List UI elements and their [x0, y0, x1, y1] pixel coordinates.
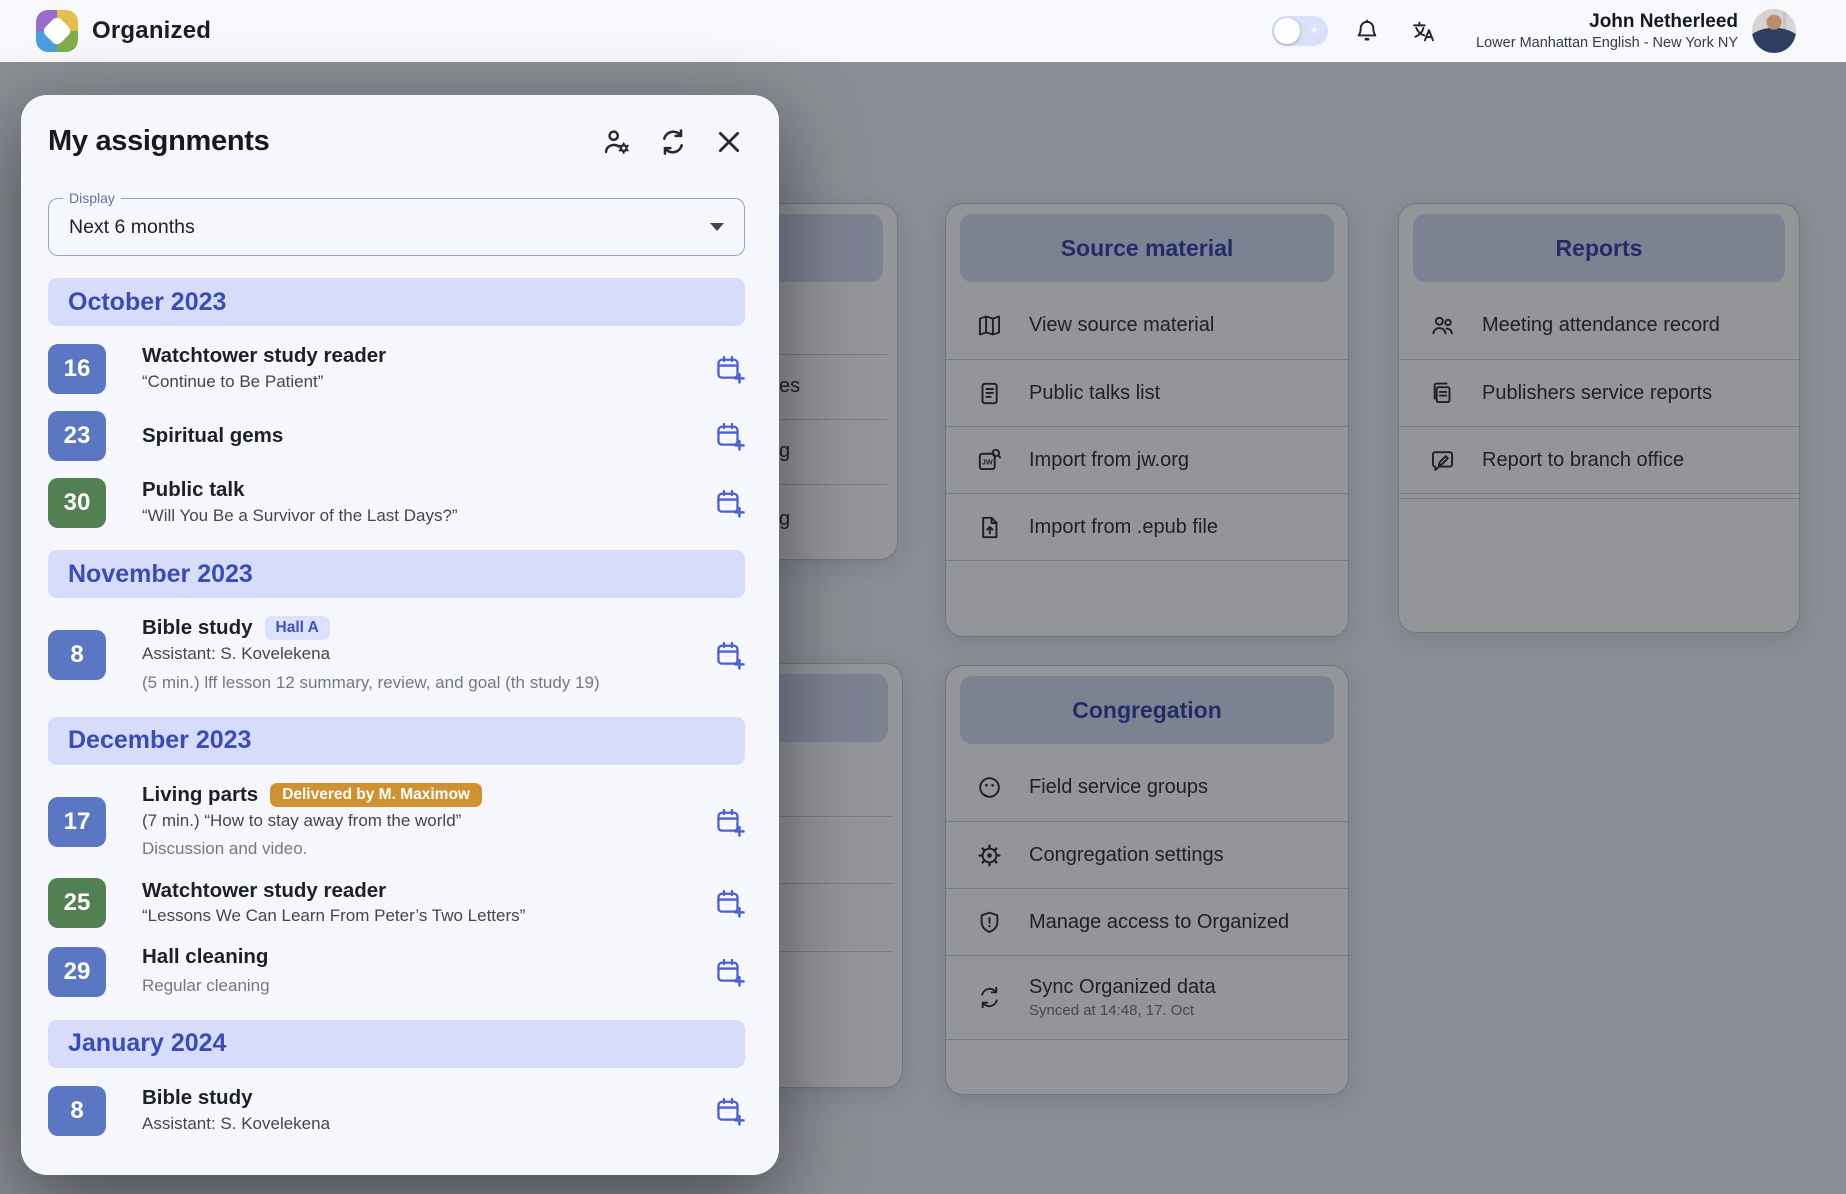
modal-header: My assignments [48, 125, 745, 158]
assignment-title-text: Public talk [142, 478, 245, 502]
assignment-subtitle: “Continue to Be Patient” [142, 371, 695, 394]
assignment-title: Bible study [142, 1086, 695, 1110]
assignment-subtitle: (5 min.) lff lesson 12 summary, review, … [142, 672, 695, 695]
assignment-content: Spiritual gems [142, 424, 707, 448]
month-section: October 2023 16 Watchtower study reader “Co… [48, 278, 745, 528]
date-badge: 16 [48, 344, 106, 394]
app-title: Organized [92, 17, 211, 45]
month-section: November 2023 8 Bible study Hall A Assistant… [48, 550, 745, 695]
add-to-calendar-icon[interactable] [715, 640, 745, 670]
assignment-content: Bible study Hall A Assistant: S. Koveleken… [142, 616, 707, 695]
user-congregation: Lower Manhattan English - New York NY [1476, 35, 1738, 51]
user-menu[interactable]: John Netherleed Lower Manhattan English … [1476, 11, 1738, 52]
assignment-subtitle: Regular cleaning [142, 975, 695, 998]
date-badge: 29 [48, 947, 106, 997]
assignment-content: Public talk “Will You Be a Survivor of th… [142, 478, 707, 528]
assignment-content: Watchtower study reader“Lessons We Can L… [142, 879, 707, 929]
date-badge: 17 [48, 797, 106, 847]
app-logo [36, 10, 78, 52]
assignment-title: Public talk [142, 478, 695, 502]
date-badge: 8 [48, 630, 106, 680]
assignment-subtitle: Assistant: S. Kovelekena [142, 1113, 695, 1136]
assignment-row: 8 Bible study Hall A Assistant: S. Koveleke… [48, 616, 745, 695]
month-header: January 2024 [48, 1020, 745, 1068]
add-to-calendar-icon[interactable] [715, 1096, 745, 1126]
date-badge: 23 [48, 411, 106, 461]
month-header: November 2023 [48, 550, 745, 598]
assignment-title-text: Spiritual gems [142, 424, 283, 448]
close-icon[interactable] [713, 126, 745, 158]
add-to-calendar-icon[interactable] [715, 888, 745, 918]
display-select-label: Display [63, 190, 121, 206]
month-header: October 2023 [48, 278, 745, 326]
month-section: January 2024 8 Bible study Assistant: S. Ko… [48, 1020, 745, 1136]
assignment-title: Bible study Hall A [142, 616, 695, 640]
delivered-badge: Delivered by M. Maximow [270, 783, 482, 807]
add-to-calendar-icon[interactable] [715, 421, 745, 451]
assignment-title-text: Watchtower study reader [142, 344, 386, 368]
assignment-content: Watchtower study reader “Continue to Be P… [142, 344, 707, 394]
top-bar: Organized ☀ John Netherleed Lower Manhat… [0, 0, 1846, 62]
assignee-settings-icon[interactable] [601, 126, 633, 158]
assignment-content: Living parts Delivered by M. Maximow (7 mi… [142, 783, 707, 862]
assignment-row: 25 Watchtower study reader“Lessons We Can… [48, 878, 745, 928]
display-select-value: Next 6 months [69, 216, 195, 239]
refresh-icon[interactable] [657, 126, 689, 158]
assignment-title: Watchtower study reader [142, 879, 695, 903]
toggle-knob [1274, 18, 1300, 44]
assignment-row: 23 Spiritual gems [48, 411, 745, 461]
sun-icon: ☀ [1308, 24, 1321, 39]
date-badge: 8 [48, 1086, 106, 1136]
assignment-subtitle: “Will You Be a Survivor of the Last Days… [142, 505, 695, 528]
date-badge: 30 [48, 478, 106, 528]
assignment-subtitle: Discussion and video. [142, 838, 695, 861]
date-badge: 25 [48, 878, 106, 928]
display-select[interactable]: Display Next 6 months [48, 198, 745, 256]
add-to-calendar-icon[interactable] [715, 354, 745, 384]
month-section: December 2023 17 Living parts Delivered by … [48, 717, 745, 998]
notifications-bell-icon[interactable] [1354, 18, 1380, 44]
assignment-subtitle: (7 min.) “How to stay away from the worl… [142, 810, 695, 833]
assignment-title: Hall cleaning [142, 945, 695, 969]
assignment-title-text: Watchtower study reader [142, 879, 386, 903]
add-to-calendar-icon[interactable] [715, 807, 745, 837]
assignment-title-text: Bible study [142, 1086, 253, 1110]
assignment-subtitle: “Lessons We Can Learn From Peter’s Two L… [142, 905, 695, 928]
assignment-subtitle: Assistant: S. Kovelekena [142, 643, 695, 666]
user-name: John Netherleed [1476, 11, 1738, 34]
add-to-calendar-icon[interactable] [715, 957, 745, 987]
theme-toggle[interactable]: ☀ [1272, 16, 1328, 46]
assignment-row: 17 Living parts Delivered by M. Maximow (7 … [48, 783, 745, 862]
month-header: December 2023 [48, 717, 745, 765]
assignment-title-text: Living parts [142, 783, 258, 807]
hall-badge: Hall A [265, 616, 330, 640]
add-to-calendar-icon[interactable] [715, 488, 745, 518]
assignments-list: October 2023 16 Watchtower study reader “Co… [48, 278, 745, 1136]
assignment-title: Living parts Delivered by M. Maximow [142, 783, 695, 807]
assignment-content: Bible study Assistant: S. Kovelekena [142, 1086, 707, 1136]
modal-title: My assignments [48, 125, 577, 158]
assignment-row: 8 Bible study Assistant: S. Kovelekena [48, 1086, 745, 1136]
my-assignments-modal: My assignments Display Next 6 months Oc [21, 95, 779, 1175]
assignment-title-text: Bible study [142, 616, 253, 640]
assignment-row: 30 Public talk “Will You Be a Survivor of … [48, 478, 745, 528]
assignment-title-text: Hall cleaning [142, 945, 268, 969]
assignment-row: 16 Watchtower study reader “Continue to Be… [48, 344, 745, 394]
language-translate-icon[interactable] [1410, 18, 1436, 44]
assignment-content: Hall cleaning Regular cleaning [142, 945, 707, 998]
assignment-row: 29 Hall cleaning Regular cleaning [48, 945, 745, 998]
chevron-down-icon [710, 223, 724, 231]
assignment-title: Watchtower study reader [142, 344, 695, 368]
avatar[interactable] [1752, 9, 1796, 53]
assignment-title: Spiritual gems [142, 424, 695, 448]
